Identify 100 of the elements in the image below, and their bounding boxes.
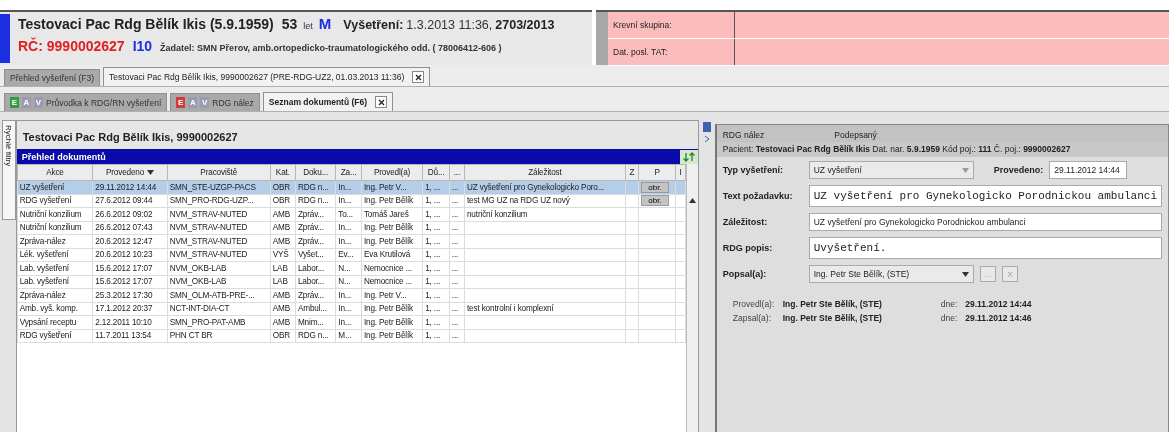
- table-cell: NVM_STRAV-NUTED: [169, 236, 248, 246]
- table-cell: Zpráv...: [297, 209, 324, 219]
- column-header[interactable]: P: [638, 164, 676, 181]
- table-row[interactable]: Lab. vyšetření 15.6.2012 17:07 NVM_OKB-LAB LAB Labor... N... Nemocnice ... 1, ... ...: [17, 275, 686, 289]
- column-header[interactable]: Provedl(a): [361, 164, 423, 181]
- exam-type-dropdown[interactable]: UZ vyšetření: [808, 161, 974, 179]
- table-cell: NCT-INT-DIA-CT: [169, 304, 230, 314]
- close-icon[interactable]: [375, 96, 388, 108]
- table-row[interactable]: Vypsání receptu 2.12.2011 10:10 SMN_PRO-PAT-AMB AMB Mnim... In... Ing. Petr Bělík 1, ... ...: [17, 315, 686, 329]
- tab[interactable]: Přehled vyšetření (F3): [4, 69, 101, 86]
- status-badge: A: [188, 97, 198, 108]
- table-row[interactable]: Amb. vyš. komp. 17.1.2012 20:37 NCT-INT-DIA-CT AMB Ambul... In... Ing. Petr Bělík 1, ... ... test kontrolní i komplexní: [17, 302, 686, 316]
- column-header[interactable]: Kat.: [270, 164, 296, 181]
- table-cell: SMN_STE-UZGP-PACS: [169, 182, 256, 192]
- table-row[interactable]: Zpráva-nález 25.3.2012 17:30 SMN_OLM-ATB-PRE-... AMB Zpráv... In... Ing. Petr V... 1, ... ...: [17, 288, 686, 302]
- close-icon[interactable]: [412, 71, 425, 83]
- dropdown-arrow-icon[interactable]: [961, 271, 969, 277]
- column-header[interactable]: Provedeno: [92, 164, 168, 181]
- image-button[interactable]: obr.: [641, 181, 669, 193]
- column-header[interactable]: Doku...: [295, 164, 336, 181]
- column-header[interactable]: Pracoviště: [167, 164, 271, 181]
- table-cell: In...: [338, 182, 352, 192]
- table-cell: Eva Krutilová: [363, 250, 411, 260]
- tab[interactable]: Testovaci Pac Rdg Bělík Ikis, 9990002627 (PRE-RDG-UZ2, 01.03.2013 11:36): [103, 67, 431, 86]
- table-cell: Nutriční konzilium: [19, 209, 82, 219]
- field-label: Provedeno:: [993, 165, 1044, 175]
- patient-age: 53: [281, 16, 298, 32]
- table-cell: Ing. Petr V...: [363, 182, 407, 192]
- table-cell: OBR: [272, 331, 290, 341]
- field-label: Popsal(a):: [722, 269, 768, 279]
- table-cell: 20.6.2012 12:47: [95, 236, 153, 246]
- table-cell: 1, ...: [425, 331, 441, 341]
- field-label: Text požadavku:: [722, 191, 794, 201]
- table-cell: Zpráva-nález: [19, 236, 66, 246]
- table-cell: In...: [338, 290, 352, 300]
- table-cell: In...: [338, 317, 352, 327]
- table-cell: PHN CT BR: [169, 331, 213, 341]
- table-row[interactable]: RDG vyšetření 27.6.2012 09:44 SMN_PRO-RDG-UZP... OBR RDG n... In... Ing. Petr Bělík 1, ... ... test MG UZ na RDG UZ nový obr.: [17, 194, 686, 208]
- patient-name: Testovaci Pac Rdg Bělík Ikis (5.9.1959): [18, 16, 274, 32]
- text-field[interactable]: UZ vyšetření pro Gynekologicko Porodnickou ambulanci: [808, 185, 1162, 207]
- column-header[interactable]: Za...: [335, 164, 362, 181]
- table-cell: 27.6.2012 09:44: [95, 196, 153, 206]
- table-cell: 25.3.2012 17:30: [95, 290, 153, 300]
- column-header[interactable]: Dů...: [422, 164, 450, 181]
- table-row[interactable]: Lék. vyšetření 20.6.2012 10:23 NVM_STRAV-NUTED VYŠ Vyšet... Ev... Eva Krutilová 1, ... ...: [17, 248, 686, 262]
- table-cell: 1, ...: [425, 317, 441, 327]
- sort-arrows-icon[interactable]: [680, 149, 699, 164]
- scroll-up-icon[interactable]: [689, 198, 697, 203]
- text-field[interactable]: UZ vyšetření pro Gynekologicko Porodnickou ambulanci: [808, 213, 1162, 231]
- tab[interactable]: E A V RDG nález: [170, 93, 260, 111]
- table-cell: Ing. Petr Bělík: [363, 223, 414, 233]
- column-header[interactable]: I: [675, 164, 686, 181]
- status-badge: V: [34, 97, 43, 108]
- tab[interactable]: E A V Průvodka k RDG/RN vyšetření: [4, 93, 168, 111]
- tab[interactable]: Seznam dokumentů (F6): [262, 92, 394, 111]
- table-row[interactable]: RDG vyšetření 11.7.2011 13:54 PHN CT BR OBR RDG n... M... Ing. Petr Bělík 1, ... ...: [17, 329, 686, 343]
- side-tab[interactable]: Rychlé filtry: [2, 120, 16, 220]
- scrollbar[interactable]: [686, 164, 699, 432]
- table-cell: Mnim...: [297, 317, 324, 327]
- table-cell: Nemocnice ...: [363, 263, 412, 273]
- text-field[interactable]: Uvyšetření.: [808, 237, 1162, 259]
- table-cell: Ing. Petr Bělík: [363, 236, 414, 246]
- table-cell: 1, ...: [425, 250, 441, 260]
- table-cell: Tomáš Jareš: [363, 209, 409, 219]
- diagnosis-code: I10: [132, 38, 153, 54]
- table-cell: Ing. Petr Bělík: [363, 331, 414, 341]
- table-row[interactable]: Nutriční konzilium 26.6.2012 07:43 NVM_STRAV-NUTED AMB Zpráv... In... Ing. Petr Bělík 1, ... ...: [17, 221, 686, 235]
- table-cell: Zpráva-nález: [19, 290, 66, 300]
- signature-date: 29.11.2012 14:46: [965, 313, 1032, 323]
- table-cell: Ing. Petr V...: [363, 290, 407, 300]
- table-cell: ...: [451, 236, 459, 246]
- table-row[interactable]: Zpráva-nález 20.6.2012 12:47 NVM_STRAV-NUTED AMB Zpráv... In... Ing. Petr Bělík 1, ... ...: [17, 234, 686, 248]
- date-field[interactable]: 29.11.2012 14:44: [1049, 161, 1128, 179]
- table-row[interactable]: UZ vyšetření 29.11.2012 14:44 SMN_STE-UZGP-PACS OBR RDG n... In... Ing. Petr V... 1, ... ... UZ vyšetření pro Gynekologicko Poro... obr.: [17, 180, 686, 194]
- table-cell: ...: [451, 290, 459, 300]
- table-cell: In...: [338, 196, 352, 206]
- table-cell: NVM_OKB-LAB: [169, 277, 227, 287]
- table-cell: UZ vyšetření: [19, 182, 65, 192]
- author-dropdown[interactable]: Ing. Petr Ste Bělík, (STE): [808, 265, 974, 283]
- column-header[interactable]: Záležitost: [464, 164, 626, 181]
- table-cell: Lab. vyšetření: [19, 263, 69, 273]
- table-cell: 1, ...: [425, 277, 441, 287]
- table-cell: UZ vyšetření pro Gynekologicko Poro...: [466, 182, 605, 192]
- signature-label: Zapsal(a):: [732, 313, 772, 323]
- table-cell: In...: [338, 223, 352, 233]
- table-cell: 1, ...: [425, 290, 441, 300]
- table-cell: In...: [338, 236, 352, 246]
- info-label: Dat. posl. TAT:: [608, 39, 735, 65]
- table-cell: Nemocnice ...: [363, 277, 412, 287]
- table-row[interactable]: Lab. vyšetření 15.6.2012 17:07 NVM_OKB-LAB LAB Labor... N... Nemocnice ... 1, ... ...: [17, 261, 686, 275]
- column-header[interactable]: Akce: [17, 164, 93, 181]
- table-row[interactable]: Nutriční konzilium 26.6.2012 09:02 NVM_STRAV-NUTED AMB Zpráv... To... Tomáš Jareš 1, ... ... nutriční konzilium: [17, 207, 686, 221]
- table-cell: OBR: [272, 196, 290, 206]
- table-cell: M...: [338, 331, 352, 341]
- table-cell: 1, ...: [425, 196, 441, 206]
- image-button[interactable]: obr.: [641, 195, 669, 207]
- table-cell: NVM_STRAV-NUTED: [169, 250, 248, 260]
- table-cell: SMN_OLM-ATB-PRE-...: [169, 290, 255, 300]
- table-cell: Vypsání receptu: [19, 317, 77, 327]
- table-cell: ...: [451, 277, 459, 287]
